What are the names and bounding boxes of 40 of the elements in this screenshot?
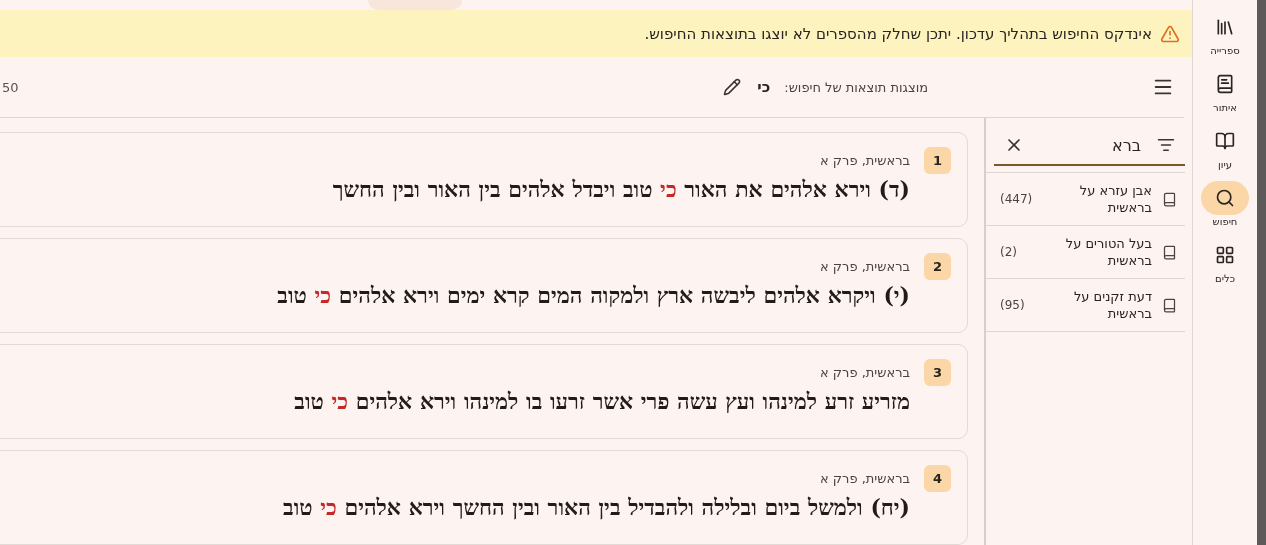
result-number: 1 (924, 147, 951, 174)
book-title: אבן עזרא על בראשית (1078, 182, 1152, 216)
book-title: דעת זקנים על בראשית (1072, 288, 1152, 322)
nav-label: איתור (1213, 102, 1237, 113)
filter-icon (1157, 136, 1175, 154)
nav-label: כלים (1215, 273, 1235, 284)
book-count: (2) (1000, 245, 1018, 259)
search-icon (1215, 188, 1235, 208)
open-book-icon (1215, 131, 1235, 151)
book-icon (1162, 244, 1177, 260)
book-count: (447) (1000, 192, 1034, 206)
result-number: 2 (924, 253, 951, 280)
book-icon (1162, 191, 1177, 207)
library-icon (1215, 17, 1235, 37)
result-number: 3 (924, 359, 951, 386)
grid-icon (1215, 245, 1235, 265)
result-source: בראשית, פרק א (820, 153, 910, 168)
result-number: 4 (924, 465, 951, 492)
book-title: בעל הטורים על בראשית (1064, 235, 1152, 269)
verse-text: (יח) ולמשל ביום ובלילה ולהבדיל בין האור ובין החשך וירא אלהים כי טוב (283, 494, 910, 521)
book-search-field[interactable]: ברא (1032, 134, 1149, 156)
verse-text: (י) ויקרא אלהים ליבשה ארץ ולמקוה המים קרא ימים וירא אלהים כי טוב (277, 282, 910, 309)
book-count: (95) (1000, 298, 1026, 312)
nav-label: עיון (1218, 159, 1232, 170)
warning-icon (1160, 23, 1180, 44)
nav-label: חיפוש (1212, 216, 1238, 227)
verse-text: מזריע זרע למינהו ועץ עשה פרי אשר זרעו בו למינהו וירא אלהים כי טוב (294, 388, 910, 415)
result-source: בראשית, פרק א (820, 365, 910, 380)
nav-button[interactable] (1201, 181, 1249, 215)
search-query: כי (757, 78, 771, 96)
book-search-icon (1215, 74, 1235, 94)
banner-text: אינדקס החיפוש בתהליך עדכון. יתכן שחלק מהספרים לא יוצגו בתוצאות החיפוש. (644, 24, 1152, 43)
result-source: בראשית, פרק א (820, 259, 910, 274)
book-icon (1162, 297, 1177, 313)
verse-text: (ד) וירא אלהים את האור כי טוב ויבדל אלהים בין האור ובין החשך (332, 176, 910, 203)
result-count: 50 (2, 79, 19, 95)
nav-label: ספרייה (1210, 45, 1240, 56)
result-source: בראשית, פרק א (820, 471, 910, 486)
pencil-icon (723, 78, 742, 96)
results-label: מוצגות תוצאות של חיפוש: (784, 79, 928, 95)
